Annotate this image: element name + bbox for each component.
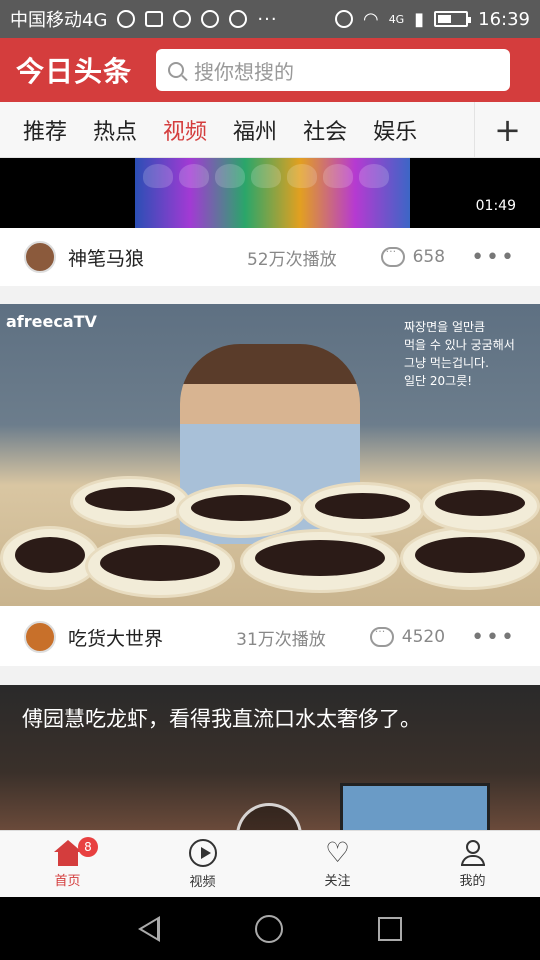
tab-hot[interactable]: 热点 <box>80 114 150 146</box>
app-notification-icon <box>117 10 136 28</box>
video-meta-row: 吃货大世界 31万次播放 4520 ••• <box>0 608 540 666</box>
status-bar: 中国移动4G ··· ◠ 4G ▮ 16:39 <box>0 0 540 38</box>
app-header: 今日头条 搜你想搜的 <box>0 38 540 102</box>
video-thumbnail[interactable]: afreecaTV 짜장면을 얼만큼 먹을 수 있나 궁굼해서 그냥 먹는겁니다… <box>0 304 540 606</box>
bowl <box>0 526 100 590</box>
bottom-nav: 首页 8 视频 ♡ 关注 我的 <box>0 830 540 897</box>
bowl <box>420 479 540 533</box>
nav-follow-label: 关注 <box>324 873 351 889</box>
more-notifications-icon: ··· <box>257 8 278 30</box>
wifi-icon: ◠ <box>362 8 379 30</box>
tab-entertainment[interactable]: 娱乐 <box>360 114 430 146</box>
avatar[interactable] <box>24 241 56 273</box>
search-placeholder: 搜你想搜的 <box>194 59 295 84</box>
divider <box>0 666 540 685</box>
home-button-icon[interactable] <box>254 914 283 943</box>
add-channel-button[interactable]: + <box>474 101 540 158</box>
comment-count: 4520 <box>401 627 446 647</box>
video-scene-tv <box>340 783 490 833</box>
bowl <box>240 529 400 593</box>
tab-video[interactable]: 视频 <box>150 114 220 146</box>
video-duration: 01:49 <box>475 198 516 214</box>
battery-icon <box>434 11 472 27</box>
wechat-icon <box>173 10 192 28</box>
bowl <box>176 484 306 538</box>
nav-home-label: 首页 <box>54 873 81 889</box>
play-count: 52万次播放 <box>246 249 337 270</box>
comment-count: 658 <box>412 247 446 267</box>
notification-icon <box>145 11 164 27</box>
nav-follow[interactable]: ♡ 关注 <box>270 831 405 897</box>
search-icon <box>168 62 185 78</box>
signal-icon: ▮ <box>414 8 425 30</box>
play-icon <box>188 838 217 867</box>
video-title: 傅园慧吃龙虾，看得我直流口水太奢侈了。 <box>22 707 421 731</box>
search-input[interactable]: 搜你想搜的 <box>156 49 511 91</box>
nav-home[interactable]: 首页 8 <box>0 831 135 897</box>
nav-me[interactable]: 我的 <box>405 831 540 897</box>
tab-fuzhou[interactable]: 福州 <box>220 114 290 146</box>
channel-tabs: 推荐 热点 视频 福州 社会 娱乐 + <box>0 101 540 158</box>
video-meta-row: 神笔马狼 52万次播放 658 ••• <box>0 228 540 286</box>
recent-apps-icon[interactable] <box>378 916 403 941</box>
bowl <box>70 476 190 528</box>
more-options-icon[interactable]: ••• <box>471 245 516 270</box>
user-icon <box>458 839 488 866</box>
author-name[interactable]: 吃货大世界 <box>68 624 163 651</box>
bowl <box>400 526 540 590</box>
wechat-icon-2 <box>201 10 220 28</box>
video-thumbnail-image <box>135 158 410 228</box>
comment-button[interactable]: 4520 <box>369 625 446 647</box>
tab-recommend[interactable]: 推荐 <box>0 114 80 146</box>
back-icon[interactable] <box>137 915 160 942</box>
tab-society[interactable]: 社会 <box>290 114 360 146</box>
comment-icon <box>369 625 394 647</box>
system-nav-bar <box>0 897 540 960</box>
carrier-label: 中国移动4G <box>10 10 108 31</box>
video-watermark: afreecaTV <box>6 312 97 331</box>
app-logo: 今日头条 <box>16 55 133 88</box>
network-label: 4G <box>388 12 405 26</box>
comment-button[interactable]: 658 <box>380 245 446 267</box>
battery-fill <box>438 15 452 23</box>
video-thumbnail[interactable]: 傅园慧吃龙虾，看得我直流口水太奢侈了。 <box>0 685 540 869</box>
nav-video[interactable]: 视频 <box>135 831 270 897</box>
alarm-icon <box>334 10 353 28</box>
notification-badge: 8 <box>78 837 98 857</box>
nav-video-label: 视频 <box>189 874 216 890</box>
bowl <box>300 482 425 536</box>
author-name[interactable]: 神笔马狼 <box>68 244 144 271</box>
heart-icon: ♡ <box>324 835 351 869</box>
settings-icon <box>229 10 248 28</box>
bowl <box>85 534 235 598</box>
divider <box>0 286 540 304</box>
play-count: 31万次播放 <box>236 629 326 650</box>
comment-icon <box>380 245 405 267</box>
video-caption: 짜장면을 얼만큼 먹을 수 있나 궁굼해서 그냥 먹는겁니다. 일단 20그릇! <box>404 320 515 388</box>
video-thumbnail[interactable]: 01:49 <box>0 158 540 228</box>
clock: 16:39 <box>478 8 530 30</box>
avatar[interactable] <box>24 621 56 653</box>
more-options-icon[interactable]: ••• <box>471 625 516 650</box>
nav-me-label: 我的 <box>459 873 486 889</box>
